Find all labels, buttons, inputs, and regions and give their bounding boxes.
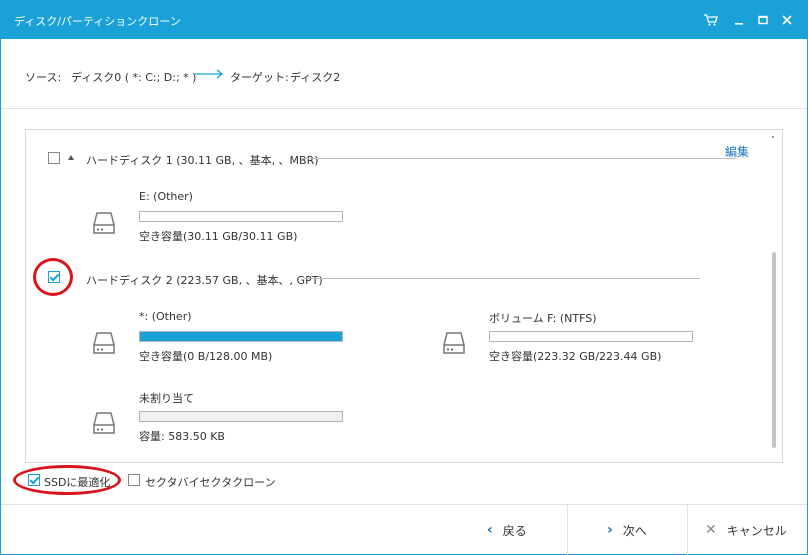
cancel-button[interactable]: ✕ キャンセル [705, 505, 787, 555]
partition-star-capacity: 空き容量(0 B/128.00 MB) [139, 350, 273, 363]
arrow-right-icon [195, 68, 225, 83]
window-title: ディスク/パーティションクローン [14, 15, 181, 28]
target-value: ディスク2 [290, 71, 341, 84]
partition-star-name: *: (Other) [139, 310, 192, 323]
chevron-right-icon: › [607, 522, 613, 538]
source-label: ソース: [25, 71, 62, 84]
footer-bar: ‹ 戻る › 次へ ✕ キャンセル [1, 504, 807, 555]
cancel-label: キャンセル [726, 523, 787, 538]
divider [304, 278, 700, 279]
cart-icon[interactable] [701, 10, 721, 30]
minimize-icon[interactable] [729, 10, 749, 30]
target-label: ターゲット: [230, 71, 289, 84]
close-icon[interactable] [777, 10, 797, 30]
partition-f-capacity: 空き容量(223.32 GB/223.44 GB) [489, 350, 662, 363]
disk-1-header: ハードディスク 1 (30.11 GB, 、基本, 、MBR) [86, 154, 319, 167]
ssd-optimize-label[interactable]: SSDに最適化 [44, 474, 110, 490]
collapse-arrow-icon[interactable] [68, 155, 74, 160]
unallocated-capacity: 容量: 583.50 KB [139, 430, 225, 443]
chevron-left-icon: ‹ [487, 522, 493, 538]
disk-2-header: ハードディスク 2 (223.57 GB, 、基本、, GPT) [86, 274, 323, 287]
clone-path-bar: ソース: ディスク0 ( *: C:; D:; * ) ターゲット: ディスク2 [1, 39, 807, 109]
next-button[interactable]: › 次へ [607, 505, 647, 555]
divider [687, 505, 688, 555]
partition-e-usage-bar [139, 211, 343, 222]
title-bar: ディスク/パーティションクローン [1, 1, 807, 39]
partition-f-usage-bar [489, 331, 693, 342]
close-x-icon: ✕ [705, 522, 717, 538]
divider [302, 158, 736, 159]
partition-e-capacity: 空き容量(30.11 GB/30.11 GB) [139, 230, 298, 243]
disk-1-checkbox[interactable] [48, 152, 60, 164]
back-button[interactable]: ‹ 戻る [487, 505, 527, 555]
disk-list-panel: ハードディスク 1 (30.11 GB, 、基本, 、MBR) E: (Othe… [25, 129, 783, 463]
scrollbar-thumb[interactable] [772, 252, 776, 448]
partition-star-usage-bar [139, 331, 343, 342]
disk-2-checkbox[interactable] [48, 271, 60, 283]
divider [567, 505, 568, 555]
ssd-optimize-checkbox[interactable] [28, 474, 40, 486]
sector-by-sector-checkbox[interactable] [128, 474, 140, 486]
scroll-up-arrow-icon[interactable] [772, 136, 774, 138]
edit-link[interactable]: 編集 [725, 143, 749, 160]
unallocated-usage-bar [139, 411, 343, 422]
maximize-icon[interactable] [753, 10, 773, 30]
back-label: 戻る [502, 523, 527, 538]
partition-e-name: E: (Other) [139, 190, 193, 203]
unallocated-name: 未割り当て [139, 392, 194, 405]
clone-window: ディスク/パーティションクローン ソース: ディスク0 ( *: C:; D:;… [0, 0, 808, 555]
hard-drive-icon [92, 210, 116, 236]
sector-by-sector-label[interactable]: セクタバイセクタクローン [145, 474, 276, 490]
next-label: 次へ [622, 523, 647, 538]
hard-drive-icon [92, 330, 116, 356]
hard-drive-icon [92, 410, 116, 436]
hard-drive-icon [442, 330, 466, 356]
partition-f-name: ボリューム F: (NTFS) [489, 312, 597, 325]
source-value: ディスク0 ( *: C:; D:; * ) [71, 71, 197, 84]
